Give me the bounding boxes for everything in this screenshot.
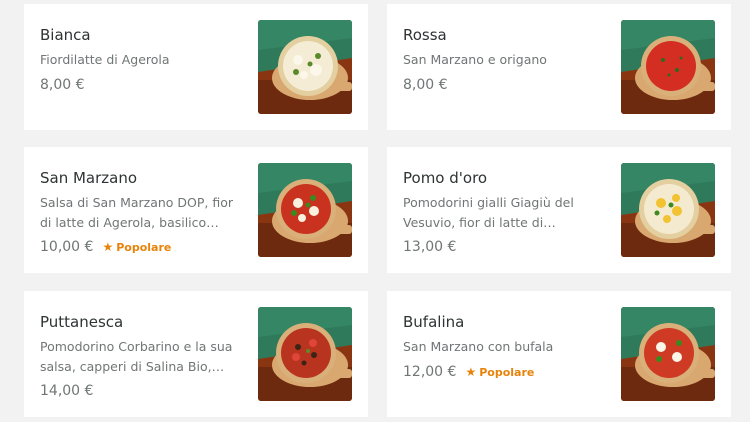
menu-item-name: Rossa: [403, 26, 447, 44]
menu-item-card-pomo-doro[interactable]: Pomo d'oro Pomodorini gialli Giagiù del …: [387, 147, 731, 273]
menu-item-price: 8,00 €: [40, 77, 85, 93]
menu-item-description: Pomodorini gialli Giagiù del Vesuvio, fi…: [403, 195, 574, 230]
popular-badge: ★ Popolare: [465, 366, 534, 379]
menu-item-name: Bianca: [40, 26, 91, 44]
pizza-bufalina-photo: [621, 307, 715, 401]
pizza-san-marzano-photo: [258, 163, 352, 257]
menu-item-card-puttanesca[interactable]: Puttanesca Pomodorino Corbarino e la sua…: [24, 291, 368, 417]
pizza-rossa-photo: [621, 20, 715, 114]
popular-badge: ★ Popolare: [102, 241, 171, 254]
menu-item-price: 12,00 €: [403, 364, 457, 380]
menu-item-card-san-marzano[interactable]: San Marzano Salsa di San Marzano DOP, fi…: [24, 147, 368, 273]
menu-item-price: 10,00 €: [40, 239, 94, 255]
menu-item-card-rossa[interactable]: Rossa San Marzano e origano 8,00 €: [387, 4, 731, 130]
menu-item-name: San Marzano: [40, 169, 138, 187]
menu-item-card-bianca[interactable]: Bianca Fiordilatte di Agerola 8,00 €: [24, 4, 368, 130]
menu-item-description: Fiordilatte di Agerola: [40, 52, 170, 67]
menu-item-price-row: 14,00 €: [40, 383, 93, 399]
menu-item-description: San Marzano e origano: [403, 52, 547, 67]
menu-item-description: Pomodorino Corbarino e la sua salsa, cap…: [40, 339, 233, 374]
menu-item-price: 8,00 €: [403, 77, 448, 93]
menu-item-description: Salsa di San Marzano DOP, fior di latte …: [40, 195, 234, 230]
menu-item-name: Bufalina: [403, 313, 465, 331]
menu-item-card-bufalina[interactable]: Bufalina San Marzano con bufala 12,00 € …: [387, 291, 731, 417]
menu-item-price-row: 8,00 €: [403, 77, 448, 93]
menu-item-price-row: 13,00 €: [403, 239, 456, 255]
popular-badge-label: Popolare: [479, 365, 535, 379]
menu-item-name: Puttanesca: [40, 313, 124, 331]
menu-item-price: 13,00 €: [403, 239, 457, 255]
star-icon: ★: [465, 365, 477, 379]
star-icon: ★: [102, 240, 114, 254]
menu-item-name: Pomo d'oro: [403, 169, 488, 187]
menu-item-description: San Marzano con bufala: [403, 339, 554, 354]
popular-badge-label: Popolare: [116, 240, 172, 254]
menu-item-price-row: 10,00 € ★ Popolare: [40, 239, 171, 255]
pizza-puttanesca-photo: [258, 307, 352, 401]
pizza-pomo-doro-photo: [621, 163, 715, 257]
pizza-bianca-photo: [258, 20, 352, 114]
menu-item-price-row: 12,00 € ★ Popolare: [403, 364, 534, 380]
menu-item-price-row: 8,00 €: [40, 77, 85, 93]
menu-item-price: 14,00 €: [40, 383, 94, 399]
